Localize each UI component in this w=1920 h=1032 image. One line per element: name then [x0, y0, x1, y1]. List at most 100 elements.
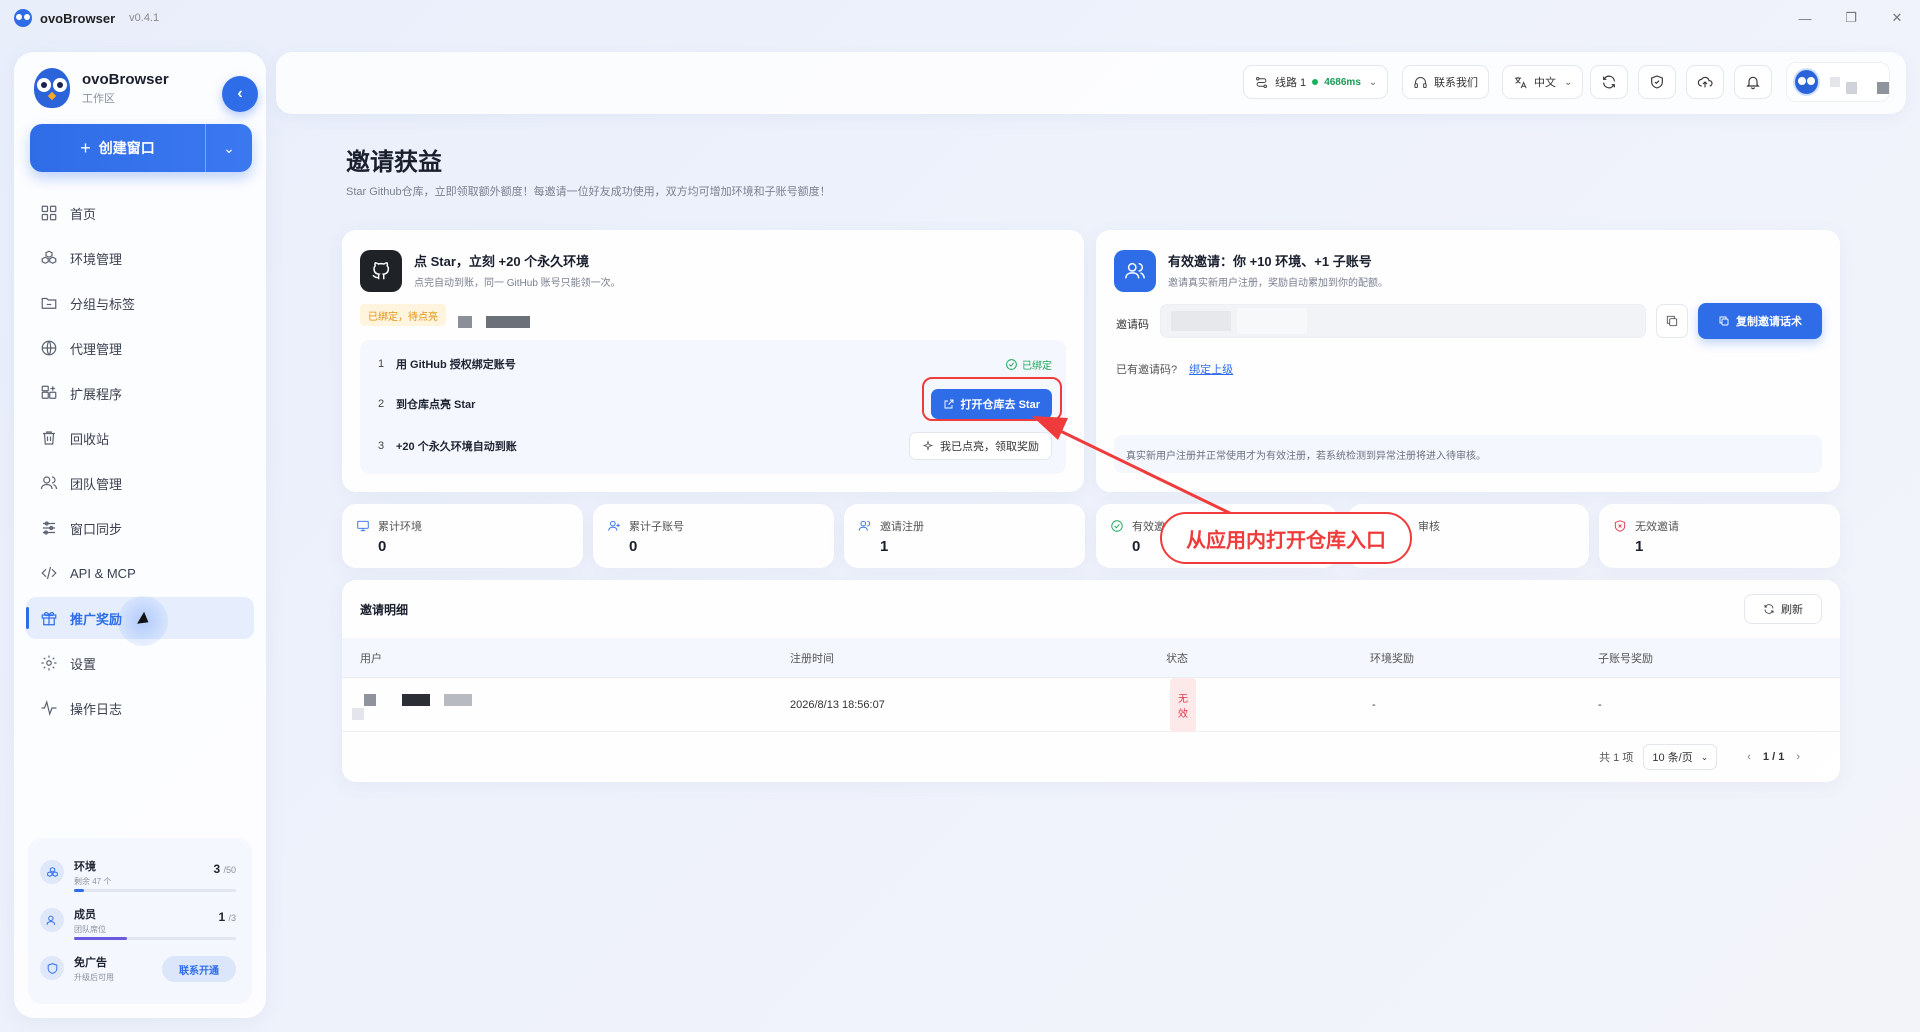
sidebar-item-groups[interactable]: 分组与标签	[26, 282, 254, 324]
step-number: 1	[378, 358, 385, 370]
invite-notice: 真实新用户注册并正常使用才为有效注册，若系统检测到异常注册将进入待审核。	[1114, 435, 1822, 473]
copy-code-button[interactable]	[1656, 304, 1688, 338]
shield-x-icon	[1614, 520, 1626, 532]
sidebar-item-label: 窗口同步	[70, 521, 123, 537]
sidebar-item-api[interactable]: API & MCP	[26, 552, 254, 594]
prev-page-icon[interactable]: ‹	[1747, 751, 1751, 763]
chevron-down-icon: ⌄	[223, 139, 235, 156]
activity-icon	[40, 699, 58, 717]
pagination: 共 1 项 10 条/页 ⌄ ‹ 1 / 1 ›	[1599, 744, 1812, 770]
stat-invalid-invites: 无效邀请 1	[1599, 504, 1840, 568]
contact-us-button[interactable]: 联系我们	[1402, 65, 1489, 99]
cubes-icon	[40, 249, 58, 267]
notifications-button[interactable]	[1734, 65, 1772, 99]
invite-code-field[interactable]	[1160, 304, 1646, 338]
bound-status: 已绑定	[1005, 357, 1052, 372]
user-plus-icon	[608, 520, 620, 531]
maximize-icon[interactable]: ❐	[1828, 0, 1874, 36]
folder-icon	[40, 294, 58, 312]
quota-member-value: 1 /3	[218, 910, 236, 924]
stat-label: 邀请注册	[880, 521, 924, 533]
sidebar-item-proxy[interactable]: 代理管理	[26, 327, 254, 369]
page-size-select[interactable]: 10 条/页 ⌄	[1643, 744, 1718, 770]
chevron-left-icon: ‹	[237, 85, 243, 102]
security-button[interactable]	[1638, 65, 1676, 99]
language-label: 中文	[1534, 77, 1556, 89]
quota-env-bar	[74, 889, 236, 892]
status-badge: 无效	[1170, 678, 1196, 732]
have-code-label: 已有邀请码?	[1116, 364, 1178, 376]
create-window-dropdown[interactable]: ⌄	[206, 140, 252, 157]
stat-label: 累计环境	[378, 521, 422, 533]
sidebar-item-logs[interactable]: 操作日志	[26, 687, 254, 729]
check-circle-icon	[1006, 358, 1017, 370]
cloud-button[interactable]	[1686, 65, 1724, 99]
redacted-block	[1877, 82, 1890, 94]
quota-member-title: 成员	[74, 908, 96, 921]
sidebar-item-label: 代理管理	[70, 341, 123, 357]
invite-card-subtitle: 邀请真实新用户注册，奖励自动累加到你的配额。	[1168, 278, 1388, 289]
user-menu[interactable]	[1786, 62, 1890, 102]
trash-icon	[40, 429, 58, 447]
contact-upgrade-button[interactable]: 联系开通	[162, 956, 236, 982]
redacted-block	[1845, 82, 1858, 94]
star-reward-card: 点 Star，立刻 +20 个永久环境 点完自动到账，同一 GitHub 账号只…	[342, 230, 1084, 492]
sidebar-item-label: 操作日志	[70, 701, 123, 717]
sidebar-item-window-sync[interactable]: 窗口同步	[26, 507, 254, 549]
sidebar-item-home[interactable]: 首页	[26, 192, 254, 234]
check-circle-icon	[1111, 520, 1123, 532]
copy-invite-text-button[interactable]: 复制邀请话术	[1698, 303, 1822, 339]
latency-value: 4686ms	[1324, 76, 1361, 88]
sync-button[interactable]	[1590, 65, 1628, 99]
globe-icon	[40, 339, 58, 357]
claim-reward-button[interactable]: 我已点亮，领取奖励	[909, 432, 1052, 460]
quota-member-sub: 团队席位	[74, 924, 106, 934]
status-dot	[1312, 79, 1319, 85]
quota-env-sub: 剩余 47 个	[74, 876, 112, 886]
star-card-subtitle: 点完自动到账，同一 GitHub 账号只能领一次。	[414, 278, 621, 289]
redacted-block	[458, 316, 472, 328]
collapse-sidebar-button[interactable]: ‹	[222, 76, 258, 112]
sidebar-item-label: API & MCP	[70, 565, 136, 581]
sidebar-item-trash[interactable]: 回收站	[26, 417, 254, 459]
column-header: 子账号奖励	[1598, 653, 1653, 665]
minimize-icon[interactable]: —	[1782, 0, 1828, 36]
refresh-icon	[1764, 604, 1774, 614]
sidebar-item-extensions[interactable]: 扩展程序	[26, 372, 254, 414]
quota-member: 成员团队席位 1 /3	[40, 896, 240, 944]
shield-icon	[40, 956, 64, 980]
sidebar-item-label: 团队管理	[70, 476, 123, 492]
sidebar-item-settings[interactable]: 设置	[26, 642, 254, 684]
close-icon[interactable]: ✕	[1874, 0, 1920, 36]
chevron-down-icon: ⌄	[1564, 76, 1573, 88]
bind-parent-link[interactable]: 绑定上级	[1189, 364, 1233, 376]
invite-details-table: 邀请明细 刷新 用户 注册时间 状态 环境奖励 子账号奖励 2026/8/13 …	[342, 580, 1840, 782]
create-window-button[interactable]: + 创建窗口 ⌄	[30, 124, 252, 172]
page-title: 邀请获益	[346, 149, 442, 176]
sidebar-item-team[interactable]: 团队管理	[26, 462, 254, 504]
users-icon	[1114, 250, 1156, 292]
status-badge: 已绑定，待点亮	[360, 304, 446, 326]
stat-value: 1	[1635, 538, 1644, 555]
owl-logo-icon	[34, 68, 70, 108]
stat-label: 累计子账号	[629, 521, 684, 533]
next-page-icon[interactable]: ›	[1796, 751, 1800, 763]
sidebar-item-environments[interactable]: 环境管理	[26, 237, 254, 279]
headset-icon	[1414, 76, 1427, 88]
translate-icon	[1514, 76, 1527, 88]
refresh-button[interactable]: 刷新	[1744, 594, 1822, 624]
annotation-highlight-box	[922, 377, 1062, 421]
quota-ads-sub: 升级后可用	[74, 972, 114, 982]
brand-title: ovoBrowser	[82, 70, 169, 88]
sidebar-item-label: 扩展程序	[70, 386, 123, 402]
users-icon	[858, 520, 871, 531]
github-icon	[360, 250, 402, 292]
line-selector[interactable]: 线路 1 4686ms ⌄	[1243, 65, 1389, 99]
table-title: 邀请明细	[360, 603, 409, 617]
create-window-main[interactable]: + 创建窗口	[30, 124, 206, 172]
total-count: 共 1 项	[1599, 752, 1634, 764]
redacted-block	[1237, 308, 1307, 334]
language-selector[interactable]: 中文 ⌄	[1502, 65, 1584, 99]
redacted-block	[1830, 77, 1840, 87]
quota-env-title: 环境	[74, 860, 96, 873]
